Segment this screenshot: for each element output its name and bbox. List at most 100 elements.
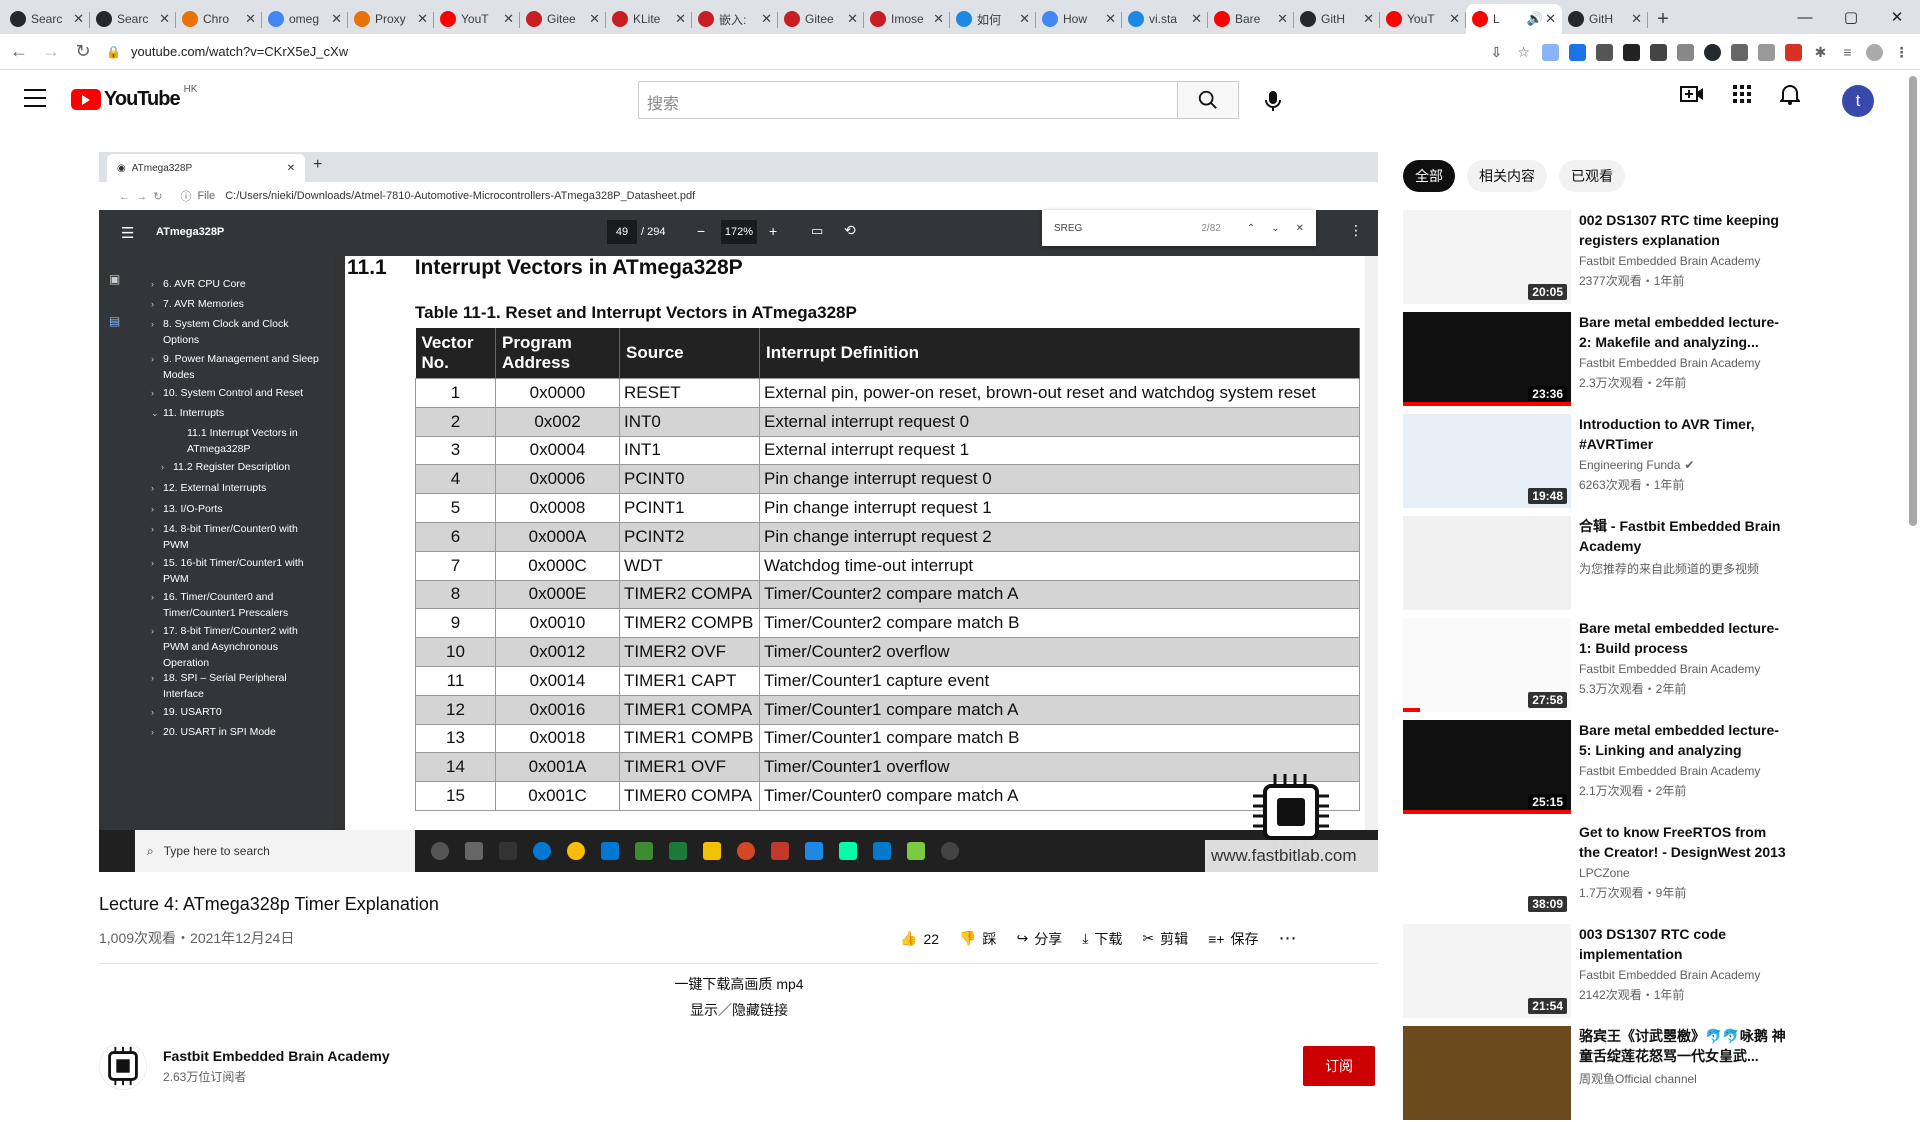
close-tab-icon[interactable]: ✕ [73,11,84,27]
extension-icon[interactable] [1785,43,1802,61]
speaker-icon[interactable]: 🔊 [1527,11,1543,27]
browser-tab[interactable]: KLite ✕ [606,4,692,34]
subscribe-button[interactable]: 订阅 [1303,1046,1375,1086]
browser-tab[interactable]: How ✕ [1036,4,1122,34]
download-button[interactable]: ⤓ 下载 [1082,929,1122,949]
more-actions-icon[interactable]: ⋯ [1278,928,1296,949]
close-tab-icon[interactable]: ✕ [1019,11,1030,27]
extension-icon[interactable] [1758,43,1775,61]
create-video-icon[interactable] [1680,84,1704,104]
recommended-video[interactable]: 19:48 Introduction to AVR Timer, #AVRTime… [1403,414,1903,510]
recommended-title[interactable]: Bare metal embedded lecture-5: Linking a… [1579,720,1791,760]
recommended-title[interactable]: 合辑 - Fastbit Embedded Brain Academy [1579,516,1791,556]
video-thumbnail[interactable]: 25:15 [1403,720,1571,814]
recommended-video[interactable]: 23:36 Bare metal embedded lecture-2: Make… [1403,312,1903,408]
share-button[interactable]: ↪ 分享 [1016,929,1062,949]
close-tab-icon[interactable]: ✕ [761,11,772,27]
extension-icon[interactable] [1596,43,1613,61]
browser-tab[interactable]: Chro ✕ [176,4,262,34]
extension-icon[interactable] [1650,43,1667,61]
browser-tab[interactable]: Gitee ✕ [520,4,606,34]
search-button[interactable] [1177,81,1239,119]
apps-grid-icon[interactable] [1732,84,1752,104]
bookmark-star-icon[interactable]: ☆ [1515,43,1532,61]
close-tab-icon[interactable]: ✕ [675,11,686,27]
close-tab-icon[interactable]: ✕ [847,11,858,27]
forward-icon[interactable]: → [38,39,64,65]
filter-chip[interactable]: 已观看 [1559,160,1625,192]
hamburger-menu-icon[interactable] [24,89,46,107]
close-tab-icon[interactable]: ✕ [159,11,170,27]
filter-chip[interactable]: 相关内容 [1467,160,1547,192]
clip-button[interactable]: ✂ 剪辑 [1142,929,1188,949]
browser-tab[interactable]: Bare ✕ [1208,4,1294,34]
voice-search-button[interactable] [1255,83,1291,119]
close-tab-icon[interactable]: ✕ [1191,11,1202,27]
close-tab-icon[interactable]: ✕ [417,11,428,27]
reload-icon[interactable]: ↻ [70,39,96,65]
save-button[interactable]: ≡+ 保存 [1208,929,1258,949]
recommended-title[interactable]: Bare metal embedded lecture-2: Makefile … [1579,312,1791,352]
browser-tab[interactable]: L 🔊 ✕ [1466,4,1562,34]
github-icon[interactable] [1704,43,1721,61]
extension-icon[interactable] [1623,43,1640,61]
browser-tab[interactable]: Searc ✕ [90,4,176,34]
page-scrollbar[interactable] [1905,70,1920,1080]
close-tab-icon[interactable]: ✕ [1363,11,1374,27]
extension-icon[interactable] [1731,43,1748,61]
show-hide-links[interactable]: 显示／隐藏链接 [0,1000,1478,1020]
browser-tab[interactable]: Proxy ✕ [348,4,434,34]
video-thumbnail[interactable]: 23:36 [1403,312,1571,406]
recommended-video[interactable]: 38:09 Get to know FreeRTOS from the Creat… [1403,822,1903,918]
close-tab-icon[interactable]: ✕ [1449,11,1460,27]
url-field[interactable]: 🔒 youtube.com/watch?v=CKrX5eJ_cXw [106,38,1366,66]
browser-tab[interactable]: omeg ✕ [262,4,348,34]
recommended-title[interactable]: 002 DS1307 RTC time keeping registers ex… [1579,210,1791,250]
video-thumbnail[interactable]: 20:05 [1403,210,1571,304]
close-tab-icon[interactable]: ✕ [1631,11,1642,27]
recommended-title[interactable]: Get to know FreeRTOS from the Creator! -… [1579,822,1791,862]
video-thumbnail[interactable]: 21:54 [1403,924,1571,1018]
recommended-title[interactable]: 骆宾王《讨武瞾檄》🐬🐬咏鹅 神童舌绽莲花怒骂一代女皇武... [1579,1026,1791,1066]
extension-icon[interactable] [1542,43,1559,61]
recommended-title[interactable]: 003 DS1307 RTC code implementation [1579,924,1791,964]
browser-tab[interactable]: GitH ✕ [1562,4,1648,34]
close-tab-icon[interactable]: ✕ [1277,11,1288,27]
video-thumbnail[interactable] [1403,1026,1571,1120]
recommended-video[interactable]: 骆宾王《讨武瞾檄》🐬🐬咏鹅 神童舌绽莲花怒骂一代女皇武... 周观鱼Officia… [1403,1026,1903,1122]
recommended-video[interactable]: 20:05 002 DS1307 RTC time keeping registe… [1403,210,1903,306]
browser-tab[interactable]: GitH ✕ [1294,4,1380,34]
extension-icon[interactable] [1677,43,1694,61]
notifications-bell-icon[interactable] [1780,83,1800,105]
video-thumbnail[interactable] [1403,516,1571,610]
channel-avatar[interactable] [99,1042,147,1090]
recommended-title[interactable]: Introduction to AVR Timer, #AVRTimer [1579,414,1791,454]
browser-tab[interactable]: Imose ✕ [864,4,950,34]
browser-tab[interactable]: Searc ✕ [4,4,90,34]
extension-icon[interactable] [1569,43,1586,61]
maximize-button[interactable]: ▢ [1828,0,1874,34]
minimize-button[interactable]: — [1782,0,1828,34]
video-thumbnail[interactable]: 19:48 [1403,414,1571,508]
close-window-button[interactable]: ✕ [1874,0,1920,34]
close-tab-icon[interactable]: ✕ [331,11,342,27]
back-icon[interactable]: ← [6,39,32,65]
close-tab-icon[interactable]: ✕ [245,11,256,27]
browser-tab[interactable]: vi.sta ✕ [1122,4,1208,34]
recommended-video[interactable]: 27:58 Bare metal embedded lecture-1: Buil… [1403,618,1903,714]
recommended-video[interactable]: 21:54 003 DS1307 RTC code implementation F… [1403,924,1903,1020]
close-tab-icon[interactable]: ✕ [1105,11,1116,27]
filter-chip[interactable]: 全部 [1403,160,1455,192]
close-tab-icon[interactable]: ✕ [589,11,600,27]
browser-tab[interactable]: YouT ✕ [434,4,520,34]
browser-tab[interactable]: YouT ✕ [1380,4,1466,34]
account-avatar[interactable]: t [1842,85,1874,117]
browser-tab[interactable]: 嵌入: ✕ [692,4,778,34]
recommended-video[interactable]: 25:15 Bare metal embedded lecture-5: Link… [1403,720,1903,816]
video-thumbnail[interactable]: 27:58 [1403,618,1571,712]
close-tab-icon[interactable]: ✕ [1545,11,1556,27]
close-tab-icon[interactable]: ✕ [933,11,944,27]
browser-tab[interactable]: 如何 ✕ [950,4,1036,34]
recommended-video[interactable]: 合辑 - Fastbit Embedded Brain Academy 为您推荐的… [1403,516,1903,612]
menu-dots-icon[interactable]: ⋮ [1893,43,1910,61]
